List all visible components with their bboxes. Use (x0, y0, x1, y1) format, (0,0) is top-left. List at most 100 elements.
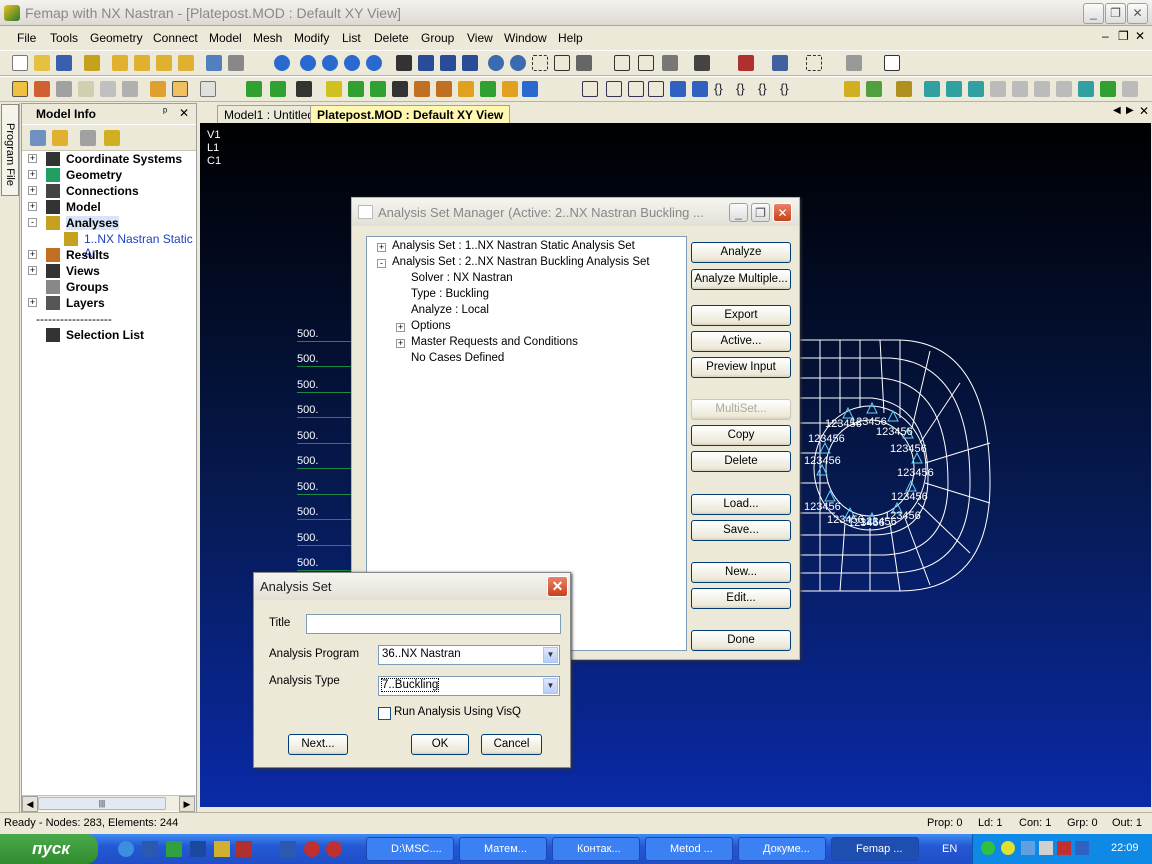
load-value-icon[interactable] (296, 81, 312, 97)
ie-icon[interactable] (118, 841, 134, 857)
align-2-icon[interactable] (606, 81, 622, 97)
arrow-down-icon[interactable] (366, 55, 382, 71)
print-icon[interactable] (228, 55, 244, 71)
analysis-tree-item[interactable]: No Cases Defined (411, 352, 504, 364)
list-icon[interactable] (614, 55, 630, 71)
language-indicator[interactable]: EN (942, 843, 957, 855)
tab-scroll-left-icon[interactable]: ◀ (1113, 105, 1121, 116)
pan-icon[interactable] (396, 55, 412, 71)
tree-visibility-icon[interactable] (104, 130, 120, 146)
braces-3-icon[interactable]: {} (758, 81, 774, 97)
export-button[interactable]: Export (691, 305, 791, 326)
analysis-type-select[interactable]: 7..Buckling ▼ (378, 676, 560, 696)
view-options-icon[interactable] (576, 55, 592, 71)
tray-icon-1[interactable] (981, 841, 995, 855)
constraint-icon[interactable] (414, 81, 430, 97)
rotate-x-icon[interactable] (418, 55, 434, 71)
tree-item[interactable]: + Views (22, 263, 198, 279)
solid-7-icon[interactable] (1056, 81, 1072, 97)
tree-options-icon[interactable] (30, 130, 46, 146)
pin-icon[interactable]: ᵖ (163, 106, 167, 118)
analyze-button[interactable]: Analyze (691, 242, 791, 263)
quicklaunch-4-icon[interactable] (214, 841, 230, 857)
ok-button[interactable]: OK (411, 734, 469, 755)
arrow-right-icon[interactable] (322, 55, 338, 71)
analysis-tree-item[interactable]: Type : Buckling (411, 288, 489, 300)
tab-platepost[interactable]: Platepost.MOD : Default XY View (310, 105, 511, 123)
workplane-icon[interactable] (884, 55, 900, 71)
geometry-tool-3-icon[interactable] (156, 55, 172, 71)
tree-item[interactable]: + Layers (22, 295, 198, 311)
analysis-tree-item[interactable]: Solver : NX Nastran (411, 272, 513, 284)
quicklaunch-5-icon[interactable] (236, 841, 252, 857)
arrow-up-icon[interactable] (344, 55, 360, 71)
rotate-y-icon[interactable] (440, 55, 456, 71)
api-programming-icon[interactable] (78, 81, 94, 97)
mdi-close-icon[interactable]: ✕ (1135, 29, 1145, 43)
text-icon[interactable] (392, 81, 408, 97)
zoom-in-icon[interactable] (488, 55, 504, 71)
menu-mesh[interactable]: Mesh (253, 31, 282, 45)
menu-connect[interactable]: Connect (153, 31, 198, 45)
panel-horizontal-scrollbar[interactable]: ◀ ||| ▶ (22, 795, 196, 812)
tree-item[interactable]: + Geometry (22, 167, 198, 183)
tree-item[interactable]: - Analyses (22, 215, 198, 231)
expand-icon[interactable]: + (28, 186, 37, 195)
quicklaunch-3-icon[interactable] (190, 841, 206, 857)
arrow-left-icon[interactable] (300, 55, 316, 71)
check-icon[interactable] (480, 81, 496, 97)
rotate-z-icon[interactable] (462, 55, 478, 71)
solid-10-icon[interactable] (1122, 81, 1138, 97)
new-file-icon[interactable] (12, 55, 28, 71)
tab-model1[interactable]: Model1 : Untitled (217, 105, 322, 123)
tray-icon-2[interactable] (1001, 841, 1015, 855)
next-button[interactable]: Next... (288, 734, 348, 755)
tree-item[interactable]: 1..NX Nastran Static Ar (22, 231, 198, 260)
expand-icon[interactable]: + (28, 250, 37, 259)
solid-2-icon[interactable] (946, 81, 962, 97)
title-input[interactable] (306, 614, 561, 634)
menu-model[interactable]: Model (209, 31, 242, 45)
expand-icon[interactable]: + (28, 154, 37, 163)
curve-icon[interactable] (348, 81, 364, 97)
mdi-restore-icon[interactable]: ❐ (1118, 29, 1129, 43)
chevron-down-icon[interactable]: ▼ (543, 678, 558, 694)
expand-icon[interactable]: + (28, 298, 37, 307)
load-icon[interactable] (436, 81, 452, 97)
snap-icon[interactable] (846, 55, 862, 71)
active-button[interactable]: Active... (691, 331, 791, 352)
analysis-tree-item[interactable]: Analysis Set : 2..NX Nastran Buckling An… (392, 256, 650, 268)
solid-9-icon[interactable] (1100, 81, 1116, 97)
menu-geometry[interactable]: Geometry (90, 31, 143, 45)
menu-help[interactable]: Help (558, 31, 583, 45)
geometry-tool-4-icon[interactable] (178, 55, 194, 71)
solid-6-icon[interactable] (1034, 81, 1050, 97)
postprocess-toolbox-icon[interactable] (150, 81, 166, 97)
entity-editor-icon[interactable] (34, 81, 50, 97)
tree-item[interactable]: ------------------- (22, 311, 198, 327)
asm-minimize-button[interactable]: _ (729, 203, 748, 222)
wizard-2-icon[interactable] (866, 81, 882, 97)
tree-item[interactable]: Selection List (22, 327, 198, 343)
analysis-tree-item[interactable]: Options (411, 320, 451, 332)
analysis-tree-item[interactable]: Analysis Set : 1..NX Nastran Static Anal… (392, 240, 635, 252)
start-button[interactable]: пуск (0, 834, 98, 864)
menu-window[interactable]: Window (504, 31, 547, 45)
tree-item[interactable]: + Model (22, 199, 198, 215)
menu-list[interactable]: List (342, 31, 361, 45)
analysis-tree-item[interactable]: Master Requests and Conditions (411, 336, 578, 348)
menu-file[interactable]: File (17, 31, 36, 45)
expand-icon[interactable]: + (28, 170, 37, 179)
asm-close-button[interactable]: ✕ (773, 203, 792, 222)
open-file-icon[interactable] (34, 55, 50, 71)
pick-box-icon[interactable] (806, 55, 822, 71)
layers-tool-icon[interactable] (694, 55, 710, 71)
globe-icon[interactable] (274, 55, 290, 71)
wizard-icon[interactable] (844, 81, 860, 97)
task-kontak[interactable]: Контак... (552, 837, 640, 861)
preview-input-button[interactable]: Preview Input (691, 357, 791, 378)
asm-maximize-button[interactable]: ❐ (751, 203, 770, 222)
analysis-set-close-button[interactable]: ✕ (547, 576, 568, 597)
meshing-toolbox-icon[interactable] (122, 81, 138, 97)
task-matem[interactable]: Матем... (459, 837, 547, 861)
